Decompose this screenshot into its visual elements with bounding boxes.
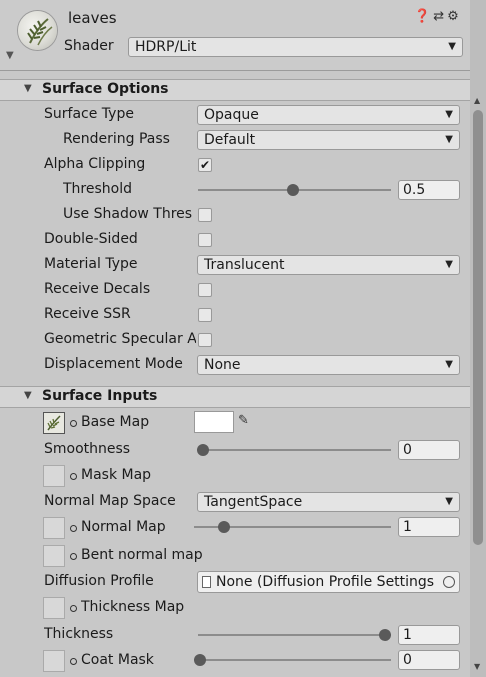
thickness-map-texture-slot[interactable]	[43, 597, 65, 619]
threshold-slider-handle[interactable]	[287, 184, 299, 196]
rendering-pass-value: Default	[204, 132, 256, 148]
thickness-field[interactable]: 1	[398, 625, 460, 645]
surface-options-title: Surface Options	[42, 81, 169, 97]
receive-decals-checkbox[interactable]	[198, 283, 212, 297]
alpha-clipping-checkbox[interactable]: ✔	[198, 158, 212, 172]
double-sided-checkbox[interactable]	[198, 233, 212, 247]
scroll-up-arrow-icon[interactable]: ▲	[474, 96, 480, 105]
alpha-clipping-label: Alpha Clipping	[44, 156, 146, 172]
receive-ssr-label: Receive SSR	[44, 306, 131, 322]
material-name: leaves	[68, 9, 117, 27]
material-type-label: Material Type	[44, 256, 138, 272]
use-shadow-threshold-label: Use Shadow Thres	[63, 206, 193, 222]
coat-mask-label: Coat Mask	[81, 652, 154, 668]
header-divider	[0, 70, 470, 71]
gear-icon[interactable]: ⚙	[447, 9, 462, 24]
material-preview-thumbnail[interactable]	[18, 11, 57, 50]
shader-dropdown[interactable]: HDRP/Lit ▼	[128, 37, 463, 57]
diffusion-profile-value: None (Diffusion Profile Settings	[216, 574, 435, 590]
displacement-mode-value: None	[204, 357, 241, 373]
thickness-map-label: Thickness Map	[81, 599, 185, 615]
normal-map-space-label: Normal Map Space	[44, 493, 176, 509]
shader-label: Shader	[64, 38, 114, 54]
rendering-pass-dropdown[interactable]: Default ▼	[197, 130, 460, 150]
chevron-down-icon: ▼	[445, 359, 453, 370]
smoothness-field[interactable]: 0	[398, 440, 460, 460]
rendering-pass-label: Rendering Pass	[63, 131, 170, 147]
texture-picker-icon[interactable]	[70, 473, 77, 480]
receive-decals-label: Receive Decals	[44, 281, 151, 297]
bent-normal-map-label: Bent normal map	[81, 547, 203, 563]
help-icon[interactable]: ❓	[414, 9, 433, 24]
chevron-down-icon: ▼	[445, 259, 453, 270]
smoothness-slider-handle[interactable]	[197, 444, 209, 456]
displacement-mode-label: Displacement Mode	[44, 356, 183, 372]
use-shadow-threshold-checkbox[interactable]	[198, 208, 212, 222]
chevron-down-icon: ▼	[445, 109, 453, 120]
smoothness-slider-track[interactable]	[198, 449, 391, 451]
foldout-open-icon: ▼	[24, 390, 32, 401]
texture-picker-icon[interactable]	[70, 553, 77, 560]
coat-mask-texture-slot[interactable]	[43, 650, 65, 672]
normal-map-label: Normal Map	[81, 519, 166, 535]
texture-picker-icon[interactable]	[70, 658, 77, 665]
normal-map-texture-slot[interactable]	[43, 517, 65, 539]
normal-map-slider-handle[interactable]	[218, 521, 230, 533]
chevron-down-icon: ▼	[445, 134, 453, 145]
base-map-color-swatch[interactable]	[194, 411, 234, 433]
mask-map-texture-slot[interactable]	[43, 465, 65, 487]
mask-map-label: Mask Map	[81, 467, 152, 483]
diffusion-profile-field[interactable]: None (Diffusion Profile Settings	[197, 571, 460, 593]
coat-mask-slider-track[interactable]	[198, 659, 391, 661]
vertical-scrollbar[interactable]: ▲ ▼	[470, 0, 486, 677]
leaves-preview-icon	[27, 18, 53, 46]
collapse-arrow-icon[interactable]: ▼	[6, 50, 14, 61]
surface-type-dropdown[interactable]: Opaque ▼	[197, 105, 460, 125]
scroll-down-arrow-icon[interactable]: ▼	[474, 662, 480, 671]
surface-type-value: Opaque	[204, 107, 259, 123]
threshold-label: Threshold	[63, 181, 132, 197]
eyedropper-icon[interactable]: ✎	[238, 413, 249, 428]
thickness-slider-track[interactable]	[198, 634, 391, 636]
chevron-down-icon: ▼	[445, 496, 453, 507]
material-type-value: Translucent	[204, 257, 285, 273]
asset-file-icon	[202, 576, 211, 588]
diffusion-profile-label: Diffusion Profile	[44, 573, 154, 589]
coat-mask-field[interactable]: 0	[398, 650, 460, 670]
texture-picker-icon[interactable]	[70, 525, 77, 532]
material-type-dropdown[interactable]: Translucent ▼	[197, 255, 460, 275]
checkmark-icon: ✔	[199, 158, 211, 172]
smoothness-label: Smoothness	[44, 441, 131, 457]
coat-mask-slider-handle[interactable]	[194, 654, 206, 666]
surface-options-header[interactable]: ▼ Surface Options	[0, 79, 470, 101]
header-icons: ❓⇄⚙	[414, 9, 462, 24]
normal-map-space-value: TangentSpace	[204, 494, 303, 510]
preset-icon[interactable]: ⇄	[433, 9, 447, 24]
base-map-texture-slot[interactable]	[43, 412, 65, 434]
geometric-specular-aa-checkbox[interactable]	[198, 333, 212, 347]
normal-map-space-dropdown[interactable]: TangentSpace ▼	[197, 492, 460, 512]
receive-ssr-checkbox[interactable]	[198, 308, 212, 322]
surface-inputs-header[interactable]: ▼ Surface Inputs	[0, 386, 470, 408]
bent-normal-map-texture-slot[interactable]	[43, 545, 65, 567]
double-sided-label: Double-Sided	[44, 231, 138, 247]
surface-type-label: Surface Type	[44, 106, 134, 122]
texture-picker-icon[interactable]	[70, 605, 77, 612]
object-picker-icon[interactable]	[443, 576, 455, 588]
material-header: leaves ❓⇄⚙ ▼ Shader HDRP/Lit ▼	[0, 0, 470, 70]
leaf-texture-icon	[47, 415, 61, 431]
foldout-open-icon: ▼	[24, 83, 32, 94]
chevron-down-icon: ▼	[448, 41, 456, 52]
texture-picker-icon[interactable]	[70, 420, 77, 427]
threshold-field[interactable]: 0.5	[398, 180, 460, 200]
base-map-label: Base Map	[81, 414, 150, 430]
geometric-specular-aa-label: Geometric Specular A	[44, 331, 196, 347]
thickness-slider-handle[interactable]	[379, 629, 391, 641]
shader-value: HDRP/Lit	[135, 39, 197, 55]
displacement-mode-dropdown[interactable]: None ▼	[197, 355, 460, 375]
scrollbar-thumb[interactable]	[473, 110, 483, 545]
normal-map-field[interactable]: 1	[398, 517, 460, 537]
thickness-label: Thickness	[44, 626, 114, 642]
surface-inputs-title: Surface Inputs	[42, 388, 158, 404]
